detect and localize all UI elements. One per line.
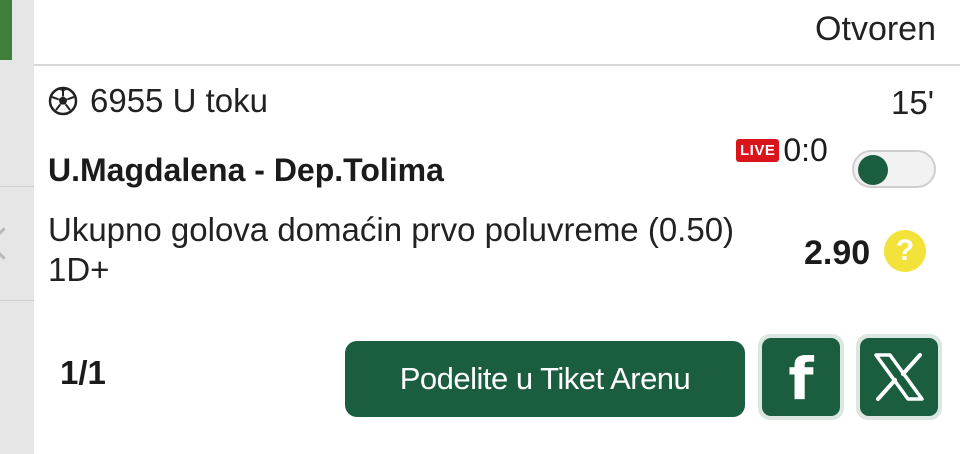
soccer-ball-icon bbox=[48, 86, 78, 116]
toggle-knob bbox=[858, 155, 888, 185]
facebook-share-button[interactable]: f bbox=[758, 334, 844, 420]
header-divider bbox=[34, 64, 960, 66]
background-divider bbox=[0, 300, 34, 301]
live-toggle[interactable] bbox=[852, 150, 936, 188]
event-id-status: 6955 U toku bbox=[90, 82, 268, 119]
match-minute: 15' bbox=[890, 84, 934, 121]
event-row: 6955 U toku bbox=[48, 82, 268, 120]
x-share-button[interactable] bbox=[856, 334, 942, 420]
background-divider bbox=[0, 186, 34, 187]
background-image-strip bbox=[0, 0, 12, 60]
facebook-icon: f bbox=[788, 345, 814, 413]
odds-value: 2.90 bbox=[804, 234, 871, 272]
ticket-count: 1/1 bbox=[60, 354, 106, 391]
background-page-edge bbox=[0, 0, 34, 454]
score: 0:0 bbox=[783, 132, 828, 168]
market-description: Ukupno golova domaćin prvo poluvreme (0.… bbox=[48, 211, 735, 288]
x-icon bbox=[874, 353, 924, 401]
chevron-left-icon bbox=[0, 227, 20, 260]
ticket-card: Otvoren 6955 U toku 15' U.Magdalena - De… bbox=[34, 0, 960, 454]
match-teams: U.Magdalena - Dep.Tolima bbox=[48, 152, 444, 188]
share-tiket-arena-button[interactable]: Podelite u Tiket Arenu bbox=[345, 341, 745, 417]
ticket-status: Otvoren bbox=[815, 10, 936, 48]
live-icon: LIVE bbox=[736, 139, 780, 162]
help-icon[interactable]: ? bbox=[884, 230, 926, 272]
live-score: LIVE 0:0 bbox=[736, 132, 828, 169]
